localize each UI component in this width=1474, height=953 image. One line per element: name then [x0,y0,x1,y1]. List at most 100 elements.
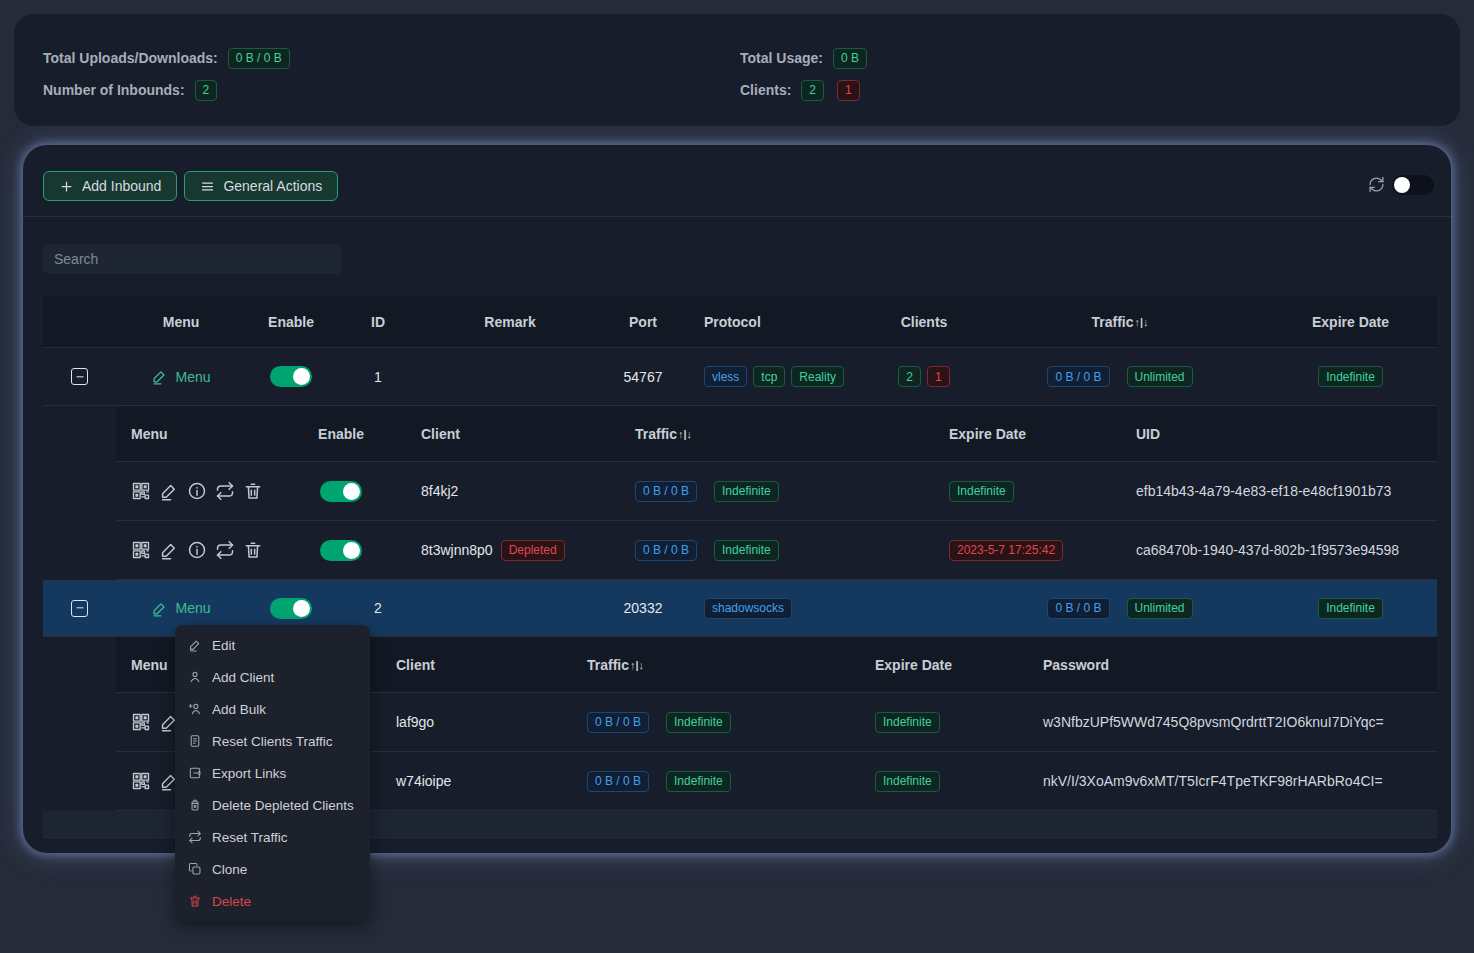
inbound-enable-toggle[interactable] [270,598,312,619]
protocol-badge: vless [704,366,747,387]
qr-code-icon[interactable] [131,481,151,501]
info-icon[interactable] [187,481,207,501]
client-enable-toggle[interactable] [320,481,362,502]
traffic-badge: 0 B / 0 B [587,771,649,792]
general-actions-button[interactable]: General Actions [184,171,338,201]
inbounds-count-value: 2 [195,80,218,101]
reset-traffic-icon[interactable] [215,540,235,560]
inbound-context-menu: Edit Add Client Add Bulk Reset Clients T… [175,625,370,921]
uploads-downloads-value: 0 B / 0 B [228,48,290,69]
menu-item-edit[interactable]: Edit [175,629,370,661]
plus-icon [59,179,74,194]
menu-item-delete[interactable]: Delete [175,885,370,917]
client-name: w74ioipe [396,773,451,789]
header-uid: UID [1111,426,1437,442]
uploads-downloads-label: Total Uploads/Downloads: [43,50,218,66]
inbound-menu-button[interactable]: Menu [151,600,210,617]
traffic-badge: 0 B / 0 B [1047,366,1109,387]
file-icon [188,734,202,748]
depleted-badge: Depleted [501,540,565,561]
expire-badge: Indefinite [875,771,940,792]
clients-active-value: 2 [801,80,824,101]
add-inbound-label: Add Inbound [82,178,161,194]
client-row: 8f4kj2 0 B / 0 B Indefinite Indefinite e… [116,462,1437,521]
inbounds-count-label: Number of Inbounds: [43,82,185,98]
header-traffic[interactable]: Traffic↑|↓ [611,426,926,442]
inbound-row-1: Menu 1 54767 vless tcp Reality 2 1 0 B /… [43,348,1437,406]
header-menu: Menu [116,426,286,442]
add-inbound-button[interactable]: Add Inbound [43,171,177,201]
client-uid: ca68470b-1940-437d-802b-1f9573e94598 [1136,542,1399,558]
sort-arrows-icon: ↑|↓ [630,659,644,671]
clients-count-label: Clients: [740,82,791,98]
search-input[interactable] [43,244,342,274]
inbound-id: 2 [336,600,420,616]
header-password: Password [1027,657,1437,673]
header-menu: Menu [116,314,246,330]
user-icon [188,670,202,684]
inbound-port: 20332 [600,600,686,616]
clients-depleted-badge: 1 [927,366,950,387]
header-expire-date: Expire Date [1264,314,1437,330]
stats-card: Total Uploads/Downloads: 0 B / 0 B Numbe… [14,14,1460,126]
header-client: Client [396,426,611,442]
expire-badge: Indefinite [949,481,1014,502]
menu-item-export-links[interactable]: Export Links [175,757,370,789]
qr-code-icon[interactable] [131,540,151,560]
collapse-row-button[interactable] [71,600,88,617]
menu-bars-icon [200,179,215,194]
delete-icon[interactable] [243,481,263,501]
inbound-menu-button[interactable]: Menu [151,368,210,385]
delete-icon[interactable] [243,540,263,560]
header-remark: Remark [420,314,600,330]
inbound-enable-toggle[interactable] [270,366,312,387]
expire-badge: Indefinite [875,712,940,733]
edit-icon[interactable] [159,481,179,501]
collapse-row-button[interactable] [71,368,88,385]
clients-depleted-value: 1 [837,80,860,101]
client-enable-toggle[interactable] [320,540,362,561]
client-password: w3NfbzUPf5WWd745Q8pvsmQrdrttT2IO6knuI7Di… [1043,714,1384,730]
traffic-limit-badge: Indefinite [714,481,779,502]
info-icon[interactable] [187,540,207,560]
traffic-badge: 0 B / 0 B [587,712,649,733]
header-clients: Clients [872,314,976,330]
expire-badge: Indefinite [1318,366,1383,387]
traffic-limit-badge: Indefinite [666,712,731,733]
total-usage-label: Total Usage: [740,50,823,66]
header-traffic[interactable]: Traffic↑|↓ [571,657,859,673]
header-expire-date: Expire Date [859,657,1027,673]
auto-refresh-toggle[interactable] [1392,175,1434,195]
menu-item-add-bulk[interactable]: Add Bulk [175,693,370,725]
edit-icon [151,600,168,617]
clients-table-header: Menu Enable Client Traffic↑|↓ Expire Dat… [116,406,1437,462]
edit-icon [188,638,202,652]
client-uid: efb14b43-4a79-4e83-ef18-e48cf1901b73 [1136,483,1391,499]
users-icon [188,702,202,716]
toolbar-divider [23,216,1451,217]
header-enable: Enable [286,426,396,442]
reset-traffic-icon[interactable] [215,481,235,501]
header-traffic[interactable]: Traffic↑|↓ [976,314,1264,330]
traffic-badge: 0 B / 0 B [635,540,697,561]
qr-code-icon[interactable] [131,771,151,791]
header-id: ID [336,314,420,330]
menu-item-clone[interactable]: Clone [175,853,370,885]
refresh-icon[interactable] [1368,176,1385,193]
sort-arrows-icon: ↑|↓ [678,428,692,440]
traffic-limit-badge: Indefinite [666,771,731,792]
menu-item-reset-clients-traffic[interactable]: Reset Clients Traffic [175,725,370,757]
qr-code-icon[interactable] [131,712,151,732]
client-row: 8t3wjnn8p0 Depleted 0 B / 0 B Indefinite… [116,521,1437,580]
menu-item-reset-traffic[interactable]: Reset Traffic [175,821,370,853]
client-name: laf9go [396,714,434,730]
protocol-badge: shadowsocks [704,598,792,619]
header-client: Client [380,657,571,673]
header-protocol: Protocol [686,314,872,330]
protocol-badge: Reality [791,366,844,387]
menu-item-delete-depleted-clients[interactable]: Delete Depleted Clients [175,789,370,821]
menu-item-add-client[interactable]: Add Client [175,661,370,693]
expire-badge: 2023-5-7 17:25:42 [949,540,1063,561]
edit-icon[interactable] [159,540,179,560]
inbounds-table-header: Menu Enable ID Remark Port Protocol Clie… [43,296,1437,348]
